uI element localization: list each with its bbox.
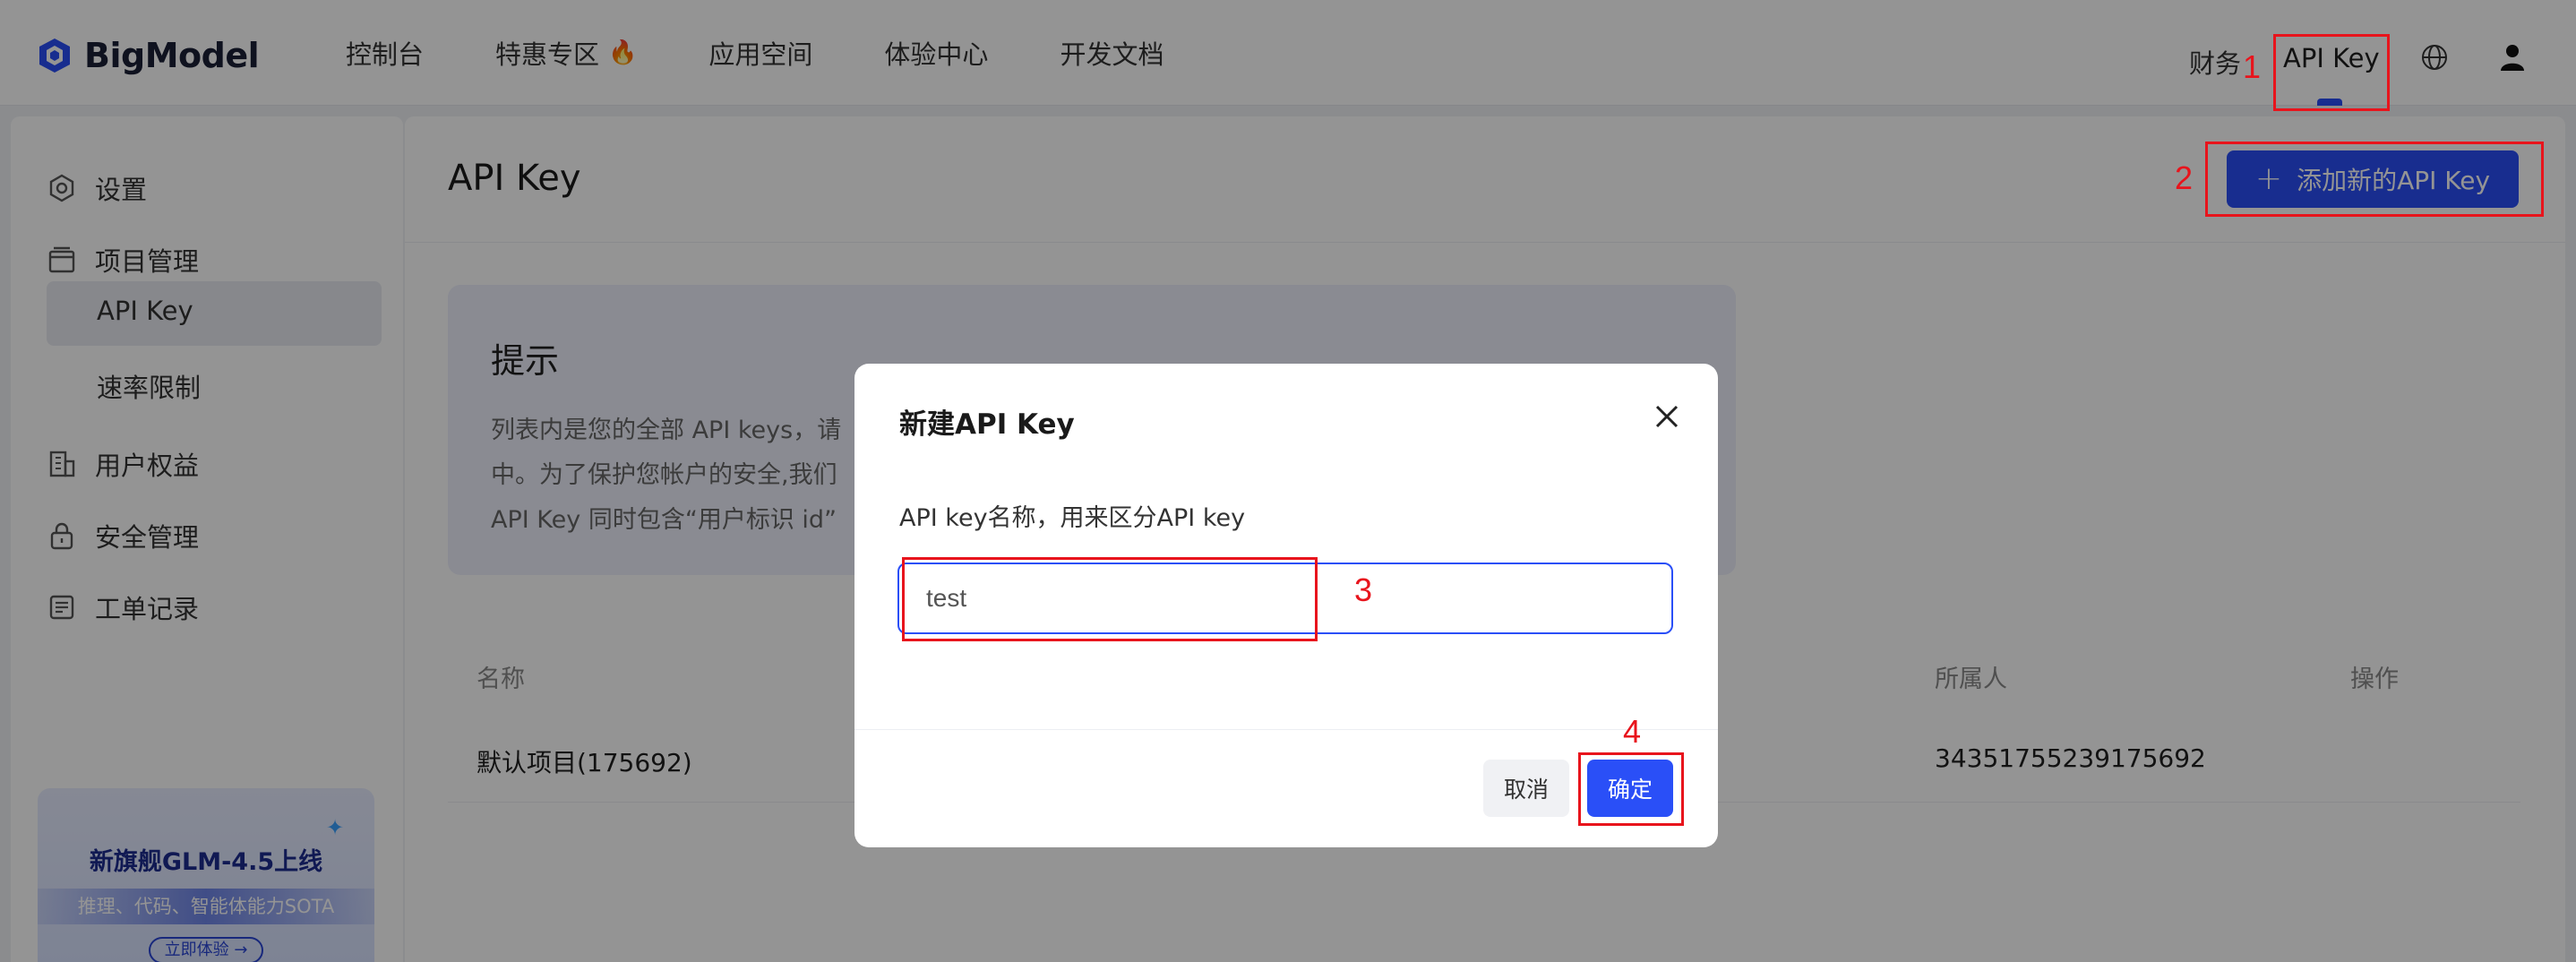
- dialog-title: 新建API Key: [899, 408, 1075, 441]
- dialog-footer-divider: [854, 729, 1718, 730]
- annotation-box-2: [2205, 142, 2544, 217]
- close-icon[interactable]: [1650, 399, 1684, 434]
- annotation-number-3: 3: [1354, 571, 1373, 608]
- api-key-name-label: API key名称，用来区分API key: [899, 504, 1246, 532]
- annotation-box-3: [902, 557, 1318, 641]
- annotation-number-1: 1: [2243, 48, 2262, 85]
- annotation-number-2: 2: [2175, 159, 2194, 196]
- annotation-box-4: [1578, 752, 1684, 826]
- annotation-number-4: 4: [1623, 713, 1642, 750]
- annotation-box-1: [2273, 34, 2390, 111]
- cancel-button[interactable]: 取消: [1483, 760, 1569, 817]
